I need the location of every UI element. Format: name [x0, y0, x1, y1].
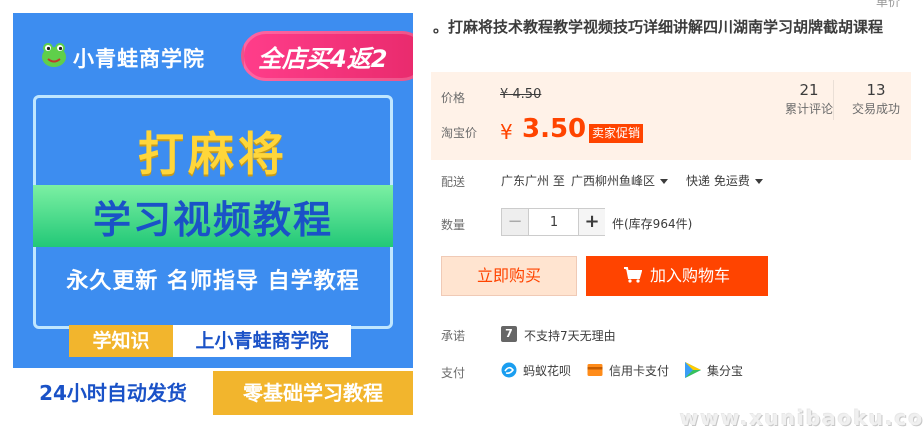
- image-slogan: 永久更新 名师指导 自学教程: [66, 269, 360, 294]
- jifenbao-icon: [685, 362, 701, 378]
- current-price: 3.50: [522, 114, 587, 144]
- shipping-label: 配送: [441, 175, 466, 189]
- top-corner-label: 单价: [876, 0, 901, 9]
- seller-promo-tag: 卖家促销: [589, 124, 644, 143]
- chevron-down-icon: [754, 179, 763, 184]
- product-main-image[interactable]: 小青蛙商学院 全店买4返2 打麻将 学习视频教程 永久更新 名师指导 自学教程 …: [13, 13, 413, 415]
- no-return-icon: 7: [501, 326, 517, 342]
- original-price-label: 价格: [441, 91, 466, 105]
- brand-name: 小青蛙商学院: [73, 47, 205, 71]
- sales-stat: 13 交易成功: [841, 80, 911, 118]
- stock-text: 件(库存964件): [612, 217, 693, 231]
- image-bottom-right: 零基础学习教程: [213, 371, 413, 415]
- site-watermark: www.xunibaoku.com: [680, 406, 923, 430]
- payment-label: 支付: [441, 366, 466, 380]
- ship-method-text: 快递 免运费: [686, 174, 750, 188]
- image-headline-secondary: 学习视频教程: [92, 198, 333, 242]
- sales-label: 交易成功: [851, 102, 900, 116]
- quantity-label: 数量: [441, 218, 466, 232]
- frog-logo-icon: [42, 43, 66, 67]
- stat-divider: [833, 80, 834, 120]
- quantity-input[interactable]: [529, 209, 579, 235]
- chevron-down-icon: [660, 179, 669, 184]
- huabei-icon: [501, 362, 517, 378]
- price-panel: 价格 ¥ 4.50 淘宝价 ¥ 3.50 卖家促销 21 累计评论 13 交易成…: [431, 72, 911, 160]
- promise-label: 承诺: [441, 329, 466, 343]
- ship-from: 广东广州 至: [501, 174, 565, 188]
- credit-card-icon: [587, 364, 603, 376]
- image-headline-primary: 打麻将: [138, 127, 288, 181]
- payment-method-credit-card[interactable]: 信用卡支付: [609, 363, 669, 379]
- buy-now-button[interactable]: 立即购买: [441, 256, 577, 296]
- quantity-increase-button[interactable]: +: [578, 209, 605, 235]
- image-tag-left: 学知识: [69, 325, 173, 357]
- ship-to-text: 广西柳州鱼峰区: [571, 174, 656, 188]
- cart-icon: [623, 267, 642, 283]
- product-title: 。打麻将技术教程教学视频技巧详细讲解四川湖南学习胡牌截胡课程: [433, 18, 884, 36]
- payment-method-huabei[interactable]: 蚂蚁花呗: [523, 363, 571, 379]
- image-bottom-left: 24小时自动发货: [13, 371, 213, 415]
- original-price: ¥ 4.50: [500, 87, 542, 102]
- ship-to-selector[interactable]: 广西柳州鱼峰区: [571, 172, 669, 189]
- add-to-cart-button[interactable]: 加入购物车: [586, 256, 768, 296]
- image-tag-right: 上小青蛙商学院: [173, 325, 351, 357]
- promise-text[interactable]: 不支持7天无理由: [524, 327, 616, 344]
- currency-symbol: ¥: [500, 120, 513, 144]
- taobao-price-label: 淘宝价: [441, 126, 478, 140]
- promo-badge: 全店买4返2: [241, 31, 413, 81]
- quantity-decrease-button[interactable]: −: [502, 209, 529, 235]
- quantity-stepper: − +: [501, 208, 605, 236]
- ship-method-selector[interactable]: 快递 免运费: [686, 172, 763, 189]
- add-to-cart-label: 加入购物车: [649, 266, 730, 285]
- payment-method-jifenbao[interactable]: 集分宝: [707, 363, 743, 379]
- sales-count: 13: [866, 81, 886, 99]
